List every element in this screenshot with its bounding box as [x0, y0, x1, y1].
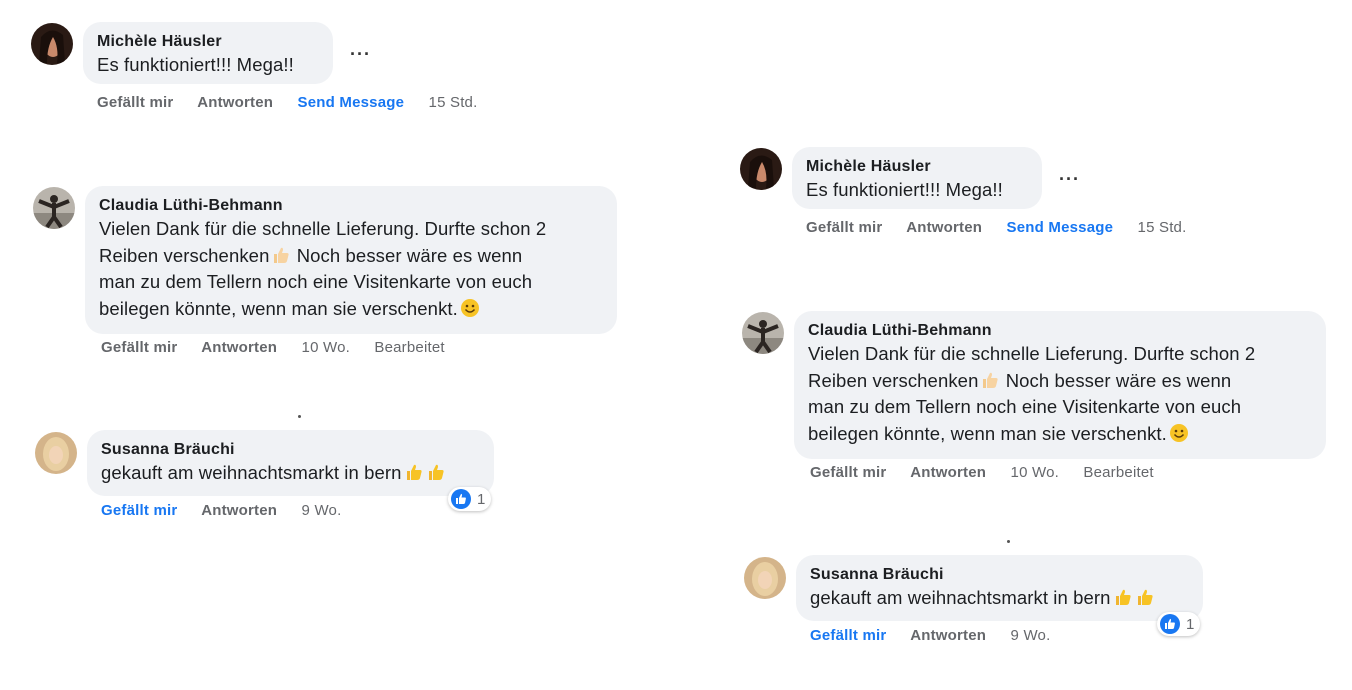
avatar[interactable]	[31, 23, 73, 65]
smile-icon	[1169, 423, 1188, 442]
like-button[interactable]: Gefällt mir	[101, 502, 177, 519]
send-message-button[interactable]: Send Message	[1007, 219, 1114, 236]
comment-actions: Gefällt mir Antworten 9 Wo.	[810, 627, 1070, 644]
more-options-icon[interactable]: ···	[1059, 169, 1080, 190]
separator-dot	[298, 415, 301, 418]
reply-button[interactable]: Antworten	[201, 339, 277, 356]
timestamp[interactable]: 10 Wo.	[1011, 464, 1059, 481]
reaction-summary[interactable]: 1	[1157, 612, 1201, 636]
comment-text: gekauft am weihnachtsmarkt in bern	[101, 460, 480, 487]
avatar[interactable]	[744, 557, 786, 599]
comment-bubble: Claudia Lüthi-Behmann Vielen Dank für di…	[794, 311, 1326, 459]
comment-bubble: Susanna Bräuchi gekauft am weihnachtsmar…	[796, 555, 1203, 621]
comment-author[interactable]: Susanna Bräuchi	[810, 565, 1189, 585]
reaction-summary[interactable]: 1	[448, 487, 492, 511]
comment-text-line: man zu dem Tellern noch eine Visitenkart…	[99, 271, 533, 292]
like-button[interactable]: Gefällt mir	[806, 219, 882, 236]
reaction-count: 1	[1186, 615, 1195, 633]
comment-text: Es funktioniert!!! Mega!!	[806, 179, 1003, 200]
edited-label[interactable]: Bearbeitet	[1083, 464, 1153, 481]
separator-dot	[1007, 540, 1010, 543]
thumbs-up-icon	[1115, 589, 1131, 605]
like-button[interactable]: Gefällt mir	[810, 464, 886, 481]
comment-text: gekauft am weihnachtsmarkt in bern	[810, 585, 1189, 612]
comment-bubble: Susanna Bräuchi gekauft am weihnachtsmar…	[87, 430, 494, 496]
like-button[interactable]: Gefällt mir	[97, 94, 173, 111]
timestamp[interactable]: 10 Wo.	[302, 339, 350, 356]
comment-actions: Gefällt mir Antworten 10 Wo. Bearbeitet	[810, 464, 1174, 481]
comment-author[interactable]: Susanna Bräuchi	[101, 440, 480, 460]
comment-actions: Gefällt mir Antworten 10 Wo. Bearbeitet	[101, 339, 465, 356]
timestamp[interactable]: 15 Std.	[1138, 219, 1187, 236]
reaction-count: 1	[477, 490, 486, 508]
comment-actions: Gefällt mir Antworten 9 Wo.	[101, 502, 361, 519]
comment-text-line: beilegen könnte, wenn man sie verschenkt…	[99, 296, 603, 323]
comment-author[interactable]: Michèle Häusler	[806, 157, 1028, 177]
edited-label[interactable]: Bearbeitet	[374, 339, 444, 356]
thumbs-up-icon	[274, 247, 290, 263]
reply-button[interactable]: Antworten	[201, 502, 277, 519]
comment-bubble: Claudia Lüthi-Behmann Vielen Dank für di…	[85, 186, 617, 334]
comment-author[interactable]: Michèle Häusler	[97, 32, 319, 52]
reply-button[interactable]: Antworten	[910, 627, 986, 644]
thumbs-up-icon	[983, 372, 999, 388]
comment-author[interactable]: Claudia Lüthi-Behmann	[808, 321, 1312, 341]
avatar[interactable]	[740, 148, 782, 190]
comment-bubble: Michèle Häusler Es funktioniert!!! Mega!…	[83, 22, 333, 84]
comment-text-line: Vielen Dank für die schnelle Lieferung. …	[808, 343, 1256, 364]
comment-actions: Gefällt mir Antworten Send Message 15 St…	[806, 219, 1206, 236]
reply-button[interactable]: Antworten	[197, 94, 273, 111]
like-button[interactable]: Gefällt mir	[101, 339, 177, 356]
like-button[interactable]: Gefällt mir	[810, 627, 886, 644]
thumbs-up-icon	[1137, 589, 1153, 605]
timestamp[interactable]: 15 Std.	[429, 94, 478, 111]
timestamp[interactable]: 9 Wo.	[302, 502, 342, 519]
comment-text-line: man zu dem Tellern noch eine Visitenkart…	[808, 396, 1242, 417]
send-message-button[interactable]: Send Message	[298, 94, 405, 111]
smile-icon	[460, 298, 479, 317]
comment-actions: Gefällt mir Antworten Send Message 15 St…	[97, 94, 497, 111]
comment-author[interactable]: Claudia Lüthi-Behmann	[99, 196, 603, 216]
comment-bubble: Michèle Häusler Es funktioniert!!! Mega!…	[792, 147, 1042, 209]
avatar[interactable]	[35, 432, 77, 474]
reply-button[interactable]: Antworten	[906, 219, 982, 236]
reply-button[interactable]: Antworten	[910, 464, 986, 481]
comment-text-line: Reiben verschenken Noch besser wäre es w…	[808, 369, 1232, 391]
more-options-icon[interactable]: ···	[350, 44, 371, 65]
like-reaction-icon	[1160, 614, 1180, 634]
avatar[interactable]	[33, 187, 75, 229]
comment-text-line: Reiben verschenken Noch besser wäre es w…	[99, 244, 523, 266]
avatar[interactable]	[742, 312, 784, 354]
comment-thread-right: Michèle Häusler Es funktioniert!!! Mega!…	[709, 125, 1352, 690]
timestamp[interactable]: 9 Wo.	[1011, 627, 1051, 644]
thumbs-up-icon	[406, 464, 422, 480]
thumbs-up-icon	[428, 464, 444, 480]
like-reaction-icon	[451, 489, 471, 509]
comment-thread-left: Michèle Häusler Es funktioniert!!! Mega!…	[0, 0, 676, 690]
comment-text: Es funktioniert!!! Mega!!	[97, 54, 294, 75]
comment-text-line: Vielen Dank für die schnelle Lieferung. …	[99, 218, 547, 239]
comment-text-line: beilegen könnte, wenn man sie verschenkt…	[808, 421, 1312, 448]
